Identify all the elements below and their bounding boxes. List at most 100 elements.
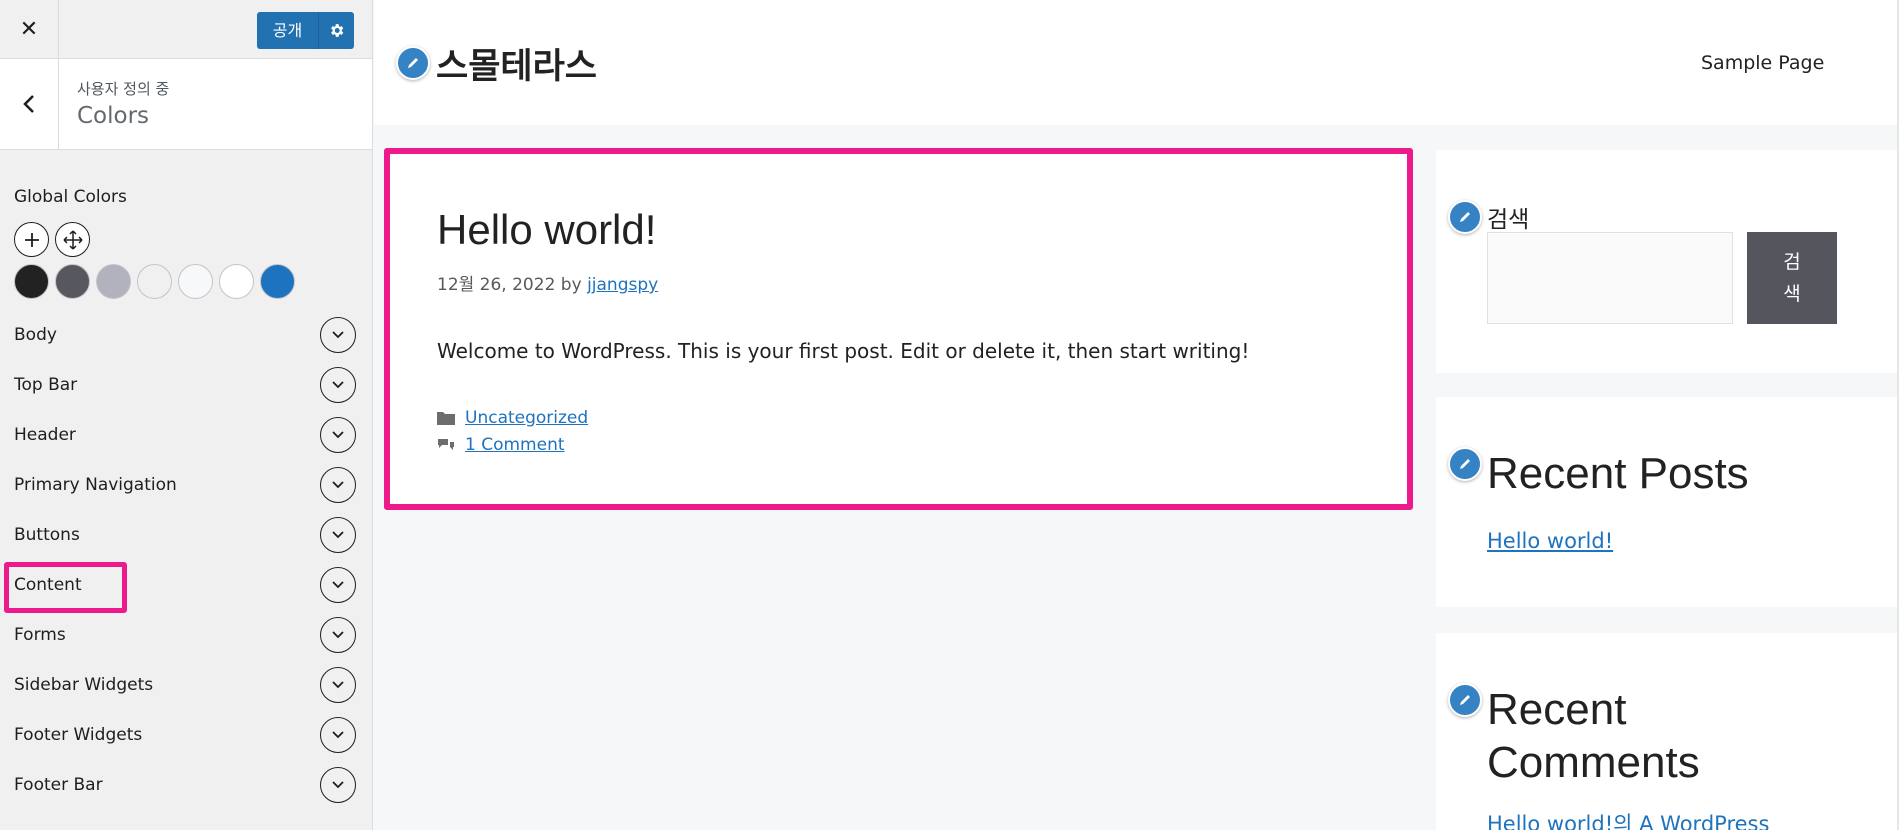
publish-button-group: 공개 — [257, 12, 354, 49]
add-color-button[interactable] — [14, 222, 49, 257]
nav-item-sample-page[interactable]: Sample Page — [1701, 52, 1824, 74]
color-swatch[interactable] — [14, 264, 49, 299]
color-section-label: Sidebar Widgets — [14, 675, 154, 695]
color-section-row[interactable]: Forms — [14, 610, 372, 660]
global-colors-label: Global Colors — [14, 187, 127, 207]
color-sections-list: Body Top Bar Header Primary Navigation Butto… — [14, 310, 372, 810]
global-colors-tools — [14, 222, 372, 257]
color-section-label: Content — [14, 575, 82, 595]
search-input[interactable] — [1487, 232, 1733, 324]
expand-section-button[interactable] — [320, 567, 356, 603]
search-button-line1: 검 — [1783, 251, 1801, 273]
publish-settings-button[interactable] — [319, 22, 354, 39]
expand-section-button[interactable] — [320, 317, 356, 353]
color-section-label: Header — [14, 425, 76, 445]
color-section-row[interactable]: Body — [14, 310, 372, 360]
color-section-row[interactable]: Primary Navigation — [14, 460, 372, 510]
recent-posts-title: Recent Posts — [1487, 449, 1749, 498]
publish-button[interactable]: 공개 — [257, 12, 319, 49]
expand-section-button[interactable] — [320, 367, 356, 403]
chevron-down-icon — [332, 581, 344, 589]
comments-icon — [438, 438, 454, 450]
plus-icon — [24, 232, 39, 247]
close-customizer-button[interactable]: ✕ — [0, 0, 59, 58]
chevron-down-icon — [332, 631, 344, 639]
post-content: Welcome to WordPress. This is your first… — [437, 339, 1250, 363]
search-widget: 검색 검 색 — [1436, 150, 1899, 373]
recent-post-link[interactable]: Hello world! — [1487, 529, 1613, 553]
pencil-icon — [1460, 212, 1470, 222]
color-section-label: Forms — [14, 625, 66, 645]
expand-section-button[interactable] — [320, 417, 356, 453]
chevron-down-icon — [332, 781, 344, 789]
color-swatch[interactable] — [178, 264, 213, 299]
edit-recent-posts-button[interactable] — [1448, 447, 1482, 481]
chevron-down-icon — [332, 481, 344, 489]
color-swatches — [14, 264, 372, 299]
post-by-label: by — [560, 275, 582, 295]
expand-section-button[interactable] — [320, 717, 356, 753]
recent-comment-link[interactable]: Hello world!의 A WordPress — [1487, 808, 1769, 830]
section-title: Colors — [77, 103, 150, 129]
search-widget-title: 검색 — [1487, 207, 1530, 233]
color-section-row[interactable]: Header — [14, 410, 372, 460]
back-button[interactable] — [0, 59, 59, 149]
section-header: 사용자 정의 중 Colors — [0, 59, 372, 150]
post-date[interactable]: 12월 26, 2022 — [437, 275, 555, 295]
edit-recent-comments-button[interactable] — [1448, 683, 1482, 717]
customizing-label: 사용자 정의 중 — [77, 80, 170, 98]
post-card: Hello world! 12월 26, 2022 by jjangspy We… — [384, 148, 1413, 510]
post-author-link[interactable]: jjangspy — [587, 275, 658, 295]
recent-comments-widget: Recent Comments Hello world!의 A WordPres… — [1436, 633, 1899, 830]
recent-comments-title-line2: Comments — [1487, 738, 1700, 787]
site-title[interactable]: 스몰테라스 — [436, 38, 597, 89]
move-colors-button[interactable] — [55, 222, 90, 257]
chevron-down-icon — [332, 431, 344, 439]
move-icon — [62, 229, 83, 250]
color-swatch[interactable] — [96, 264, 131, 299]
chevron-down-icon — [332, 381, 344, 389]
color-section-row[interactable]: Content — [14, 560, 372, 610]
search-button[interactable]: 검 색 — [1747, 232, 1837, 324]
folder-icon — [437, 412, 455, 425]
post-meta: 12월 26, 2022 by jjangspy — [437, 270, 658, 295]
edit-site-title-button[interactable] — [396, 46, 430, 80]
comments-link[interactable]: 1 Comment — [465, 435, 565, 455]
customizer-header: ✕ 공개 — [0, 0, 372, 59]
site-preview: 스몰테라스 Sample Page Hello world! 12월 26, 2… — [374, 0, 1899, 830]
color-section-label: Top Bar — [14, 375, 78, 395]
color-section-row[interactable]: Top Bar — [14, 360, 372, 410]
color-swatch[interactable] — [219, 264, 254, 299]
customizer-sidebar: ✕ 공개 사용자 정의 중 Colors Global Colors Body T… — [0, 0, 373, 830]
edit-search-widget-button[interactable] — [1448, 200, 1482, 234]
color-section-row[interactable]: Sidebar Widgets — [14, 660, 372, 710]
expand-section-button[interactable] — [320, 667, 356, 703]
post-title[interactable]: Hello world! — [437, 206, 656, 254]
expand-section-button[interactable] — [320, 617, 356, 653]
post-footer: Uncategorized 1 Comment — [437, 404, 588, 458]
close-icon: ✕ — [19, 16, 39, 42]
recent-comments-title-line1: Recent — [1487, 685, 1627, 734]
expand-section-button[interactable] — [320, 767, 356, 803]
recent-posts-widget: Recent Posts Hello world! — [1436, 397, 1899, 607]
search-button-line2: 색 — [1783, 283, 1801, 305]
color-section-row[interactable]: Buttons — [14, 510, 372, 560]
pencil-icon — [408, 58, 418, 68]
chevron-down-icon — [332, 331, 344, 339]
color-swatch[interactable] — [137, 264, 172, 299]
chevron-down-icon — [332, 531, 344, 539]
site-header: 스몰테라스 Sample Page — [374, 0, 1899, 125]
chevron-down-icon — [332, 681, 344, 689]
color-section-row[interactable]: Footer Bar — [14, 760, 372, 810]
color-swatch[interactable] — [260, 264, 295, 299]
color-section-label: Primary Navigation — [14, 475, 177, 495]
chevron-left-icon — [23, 95, 34, 113]
expand-section-button[interactable] — [320, 467, 356, 503]
color-section-row[interactable]: Footer Widgets — [14, 710, 372, 760]
category-link[interactable]: Uncategorized — [465, 408, 588, 428]
color-swatch[interactable] — [55, 264, 90, 299]
pencil-icon — [1460, 695, 1470, 705]
expand-section-button[interactable] — [320, 517, 356, 553]
gear-icon — [331, 24, 344, 37]
color-section-label: Footer Widgets — [14, 725, 143, 745]
